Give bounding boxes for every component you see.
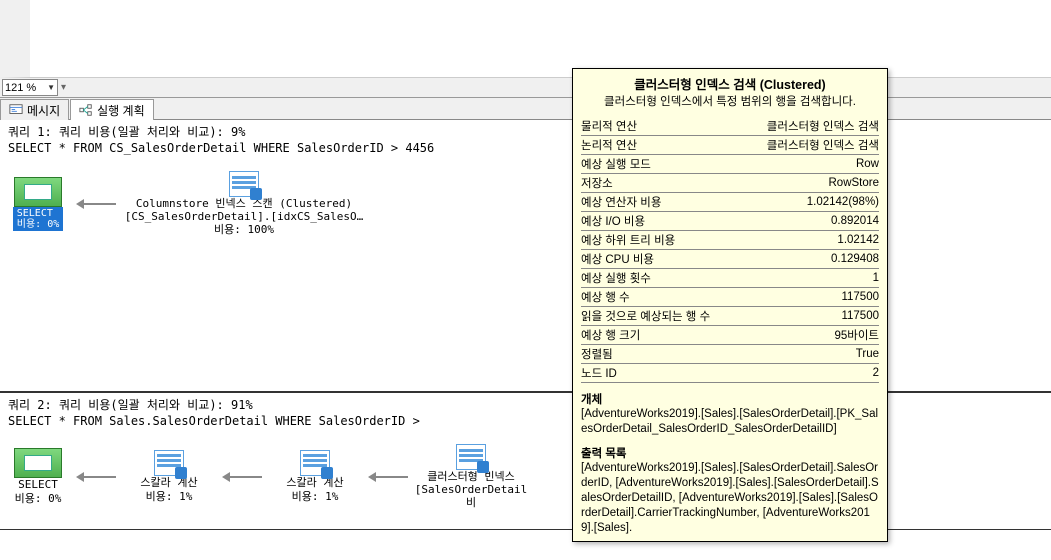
zoom-combo[interactable]: 121 % ▼ (2, 79, 58, 96)
table-seek-icon (456, 444, 486, 470)
clustered-seek-operator[interactable]: 클러스터형 빈넥스 [SalesOrderDetail 비 (416, 444, 526, 510)
prop-key: 예상 실행 모드 (581, 155, 740, 174)
tooltip-object-body: [AdventureWorks2019].[Sales].[SalesOrder… (581, 407, 879, 437)
seek-l1: 클러스터형 빈넥스 (427, 470, 515, 483)
select-cost-2: 비용: 0% (15, 492, 62, 505)
plan-icon (79, 103, 93, 117)
arrow-icon (76, 198, 116, 210)
scalar-compute-1[interactable]: 스칼라 계산 비용: 1% (124, 450, 214, 502)
arrow-icon (76, 471, 116, 483)
tooltip-row: 예상 연산자 비용1.02142(98%) (581, 193, 879, 212)
tooltip-row: 예상 행 수117500 (581, 288, 879, 307)
prop-value: 1.02142 (740, 231, 879, 250)
scalar1-l2: 비용: 1% (146, 490, 193, 503)
select-operator-2[interactable]: SELECT 비용: 0% (8, 448, 68, 504)
tooltip-row: 저장소RowStore (581, 174, 879, 193)
prop-key: 노드 ID (581, 364, 740, 383)
select-label-2: SELECT (18, 478, 58, 491)
prop-key: 예상 하위 트리 비용 (581, 231, 740, 250)
prop-value: 0.892014 (740, 212, 879, 231)
prop-key: 예상 연산자 비용 (581, 193, 740, 212)
tooltip-row: 논리적 연산클러스터형 인덱스 검색 (581, 136, 879, 155)
select-label: SELECT (17, 208, 59, 219)
tooltip-object-header: 개체 (581, 391, 879, 407)
prop-value: RowStore (740, 174, 879, 193)
tooltip-row: 읽을 것으로 예상되는 행 수117500 (581, 307, 879, 326)
prop-key: 논리적 연산 (581, 136, 740, 155)
prop-key: 정렬됨 (581, 345, 740, 364)
prop-key: 예상 I/O 비용 (581, 212, 740, 231)
tooltip-row: 예상 실행 횟수1 (581, 269, 879, 288)
prop-key: 예상 실행 횟수 (581, 269, 740, 288)
prop-value: 0.129408 (740, 250, 879, 269)
prop-value: 2 (740, 364, 879, 383)
execution-plan-area: 쿼리 1: 쿼리 비용(일괄 처리와 비교): 9% SELECT * FROM… (0, 120, 1051, 530)
scalar-compute-2[interactable]: 스칼라 계산 비용: 1% (270, 450, 360, 502)
tooltip-row: 예상 CPU 비용0.129408 (581, 250, 879, 269)
tooltip-subtitle: 클러스터형 인덱스에서 특정 범위의 행을 검색합니다. (581, 93, 879, 109)
tooltip-row: 예상 I/O 비용0.892014 (581, 212, 879, 231)
tooltip-row: 예상 하위 트리 비용1.02142 (581, 231, 879, 250)
arrow-icon (222, 471, 262, 483)
op-label-3: 비용: 100% (214, 223, 274, 236)
zoom-bar: 121 % ▼ ▾ (0, 78, 1051, 98)
tooltip-row: 노드 ID2 (581, 364, 879, 383)
prop-key: 예상 행 크기 (581, 326, 740, 345)
tooltip-row: 정렬됨True (581, 345, 879, 364)
messages-icon (9, 103, 23, 117)
tooltip-output-header: 출력 목록 (581, 445, 879, 461)
prop-value: 95바이트 (740, 326, 879, 345)
op-label-2: [CS_SalesOrderDetail].[idxCS_SalesO… (125, 210, 363, 223)
prop-key: 예상 CPU 비용 (581, 250, 740, 269)
tab-execution-plan[interactable]: 실행 계획 (70, 99, 154, 120)
prop-key: 읽을 것으로 예상되는 행 수 (581, 307, 740, 326)
seek-l2: [SalesOrderDetail (415, 483, 528, 496)
prop-value: True (740, 345, 879, 364)
arrow-icon (368, 471, 408, 483)
chevron-down-icon: ▼ (47, 83, 55, 92)
prop-key: 물리적 연산 (581, 117, 740, 136)
prop-value: 117500 (740, 288, 879, 307)
op-label-1: Columnstore 빈넥스 스캔 (Clustered) (136, 197, 352, 210)
tab-messages[interactable]: 메시지 (0, 99, 69, 120)
query-2-block: 쿼리 2: 쿼리 비용(일괄 처리와 비교): 91% SELECT * FRO… (0, 392, 1051, 530)
scalar2-l1: 스칼라 계산 (286, 476, 343, 489)
prop-value: Row (740, 155, 879, 174)
green-table-icon (24, 184, 52, 200)
prop-key: 예상 행 수 (581, 288, 740, 307)
green-table-icon (24, 455, 52, 471)
scalar2-l2: 비용: 1% (292, 490, 339, 503)
prop-value: 클러스터형 인덱스 검색 (740, 117, 879, 136)
seek-l3: 비 (466, 496, 476, 509)
tooltip-row: 물리적 연산클러스터형 인덱스 검색 (581, 117, 879, 136)
columnstore-scan-operator[interactable]: Columnstore 빈넥스 스캔 (Clustered) [CS_Sales… (124, 171, 364, 237)
tooltip-row: 예상 실행 모드Row (581, 155, 879, 174)
operator-tooltip: 클러스터형 인덱스 검색 (Clustered) 클러스터형 인덱스에서 특정 … (572, 68, 888, 542)
tooltip-title: 클러스터형 인덱스 검색 (Clustered) (581, 74, 879, 93)
prop-value: 1 (740, 269, 879, 288)
prop-value: 1.02142(98%) (740, 193, 879, 212)
chevron-icon[interactable]: ▾ (58, 82, 69, 93)
query-1-block: 쿼리 1: 쿼리 비용(일괄 처리와 비교): 9% SELECT * FROM… (0, 120, 1051, 392)
scalar-icon (300, 450, 330, 476)
columnstore-icon (229, 171, 259, 197)
scalar-icon (154, 450, 184, 476)
scalar1-l1: 스칼라 계산 (140, 476, 197, 489)
tooltip-properties: 물리적 연산클러스터형 인덱스 검색논리적 연산클러스터형 인덱스 검색예상 실… (581, 117, 879, 383)
tab-messages-label: 메시지 (27, 102, 60, 119)
prop-key: 저장소 (581, 174, 740, 193)
prop-value: 클러스터형 인덱스 검색 (740, 136, 879, 155)
tab-plan-label: 실행 계획 (97, 102, 145, 119)
editor-gutter (0, 0, 1051, 78)
select-cost: 비용: 0% (17, 219, 59, 230)
prop-value: 117500 (740, 307, 879, 326)
zoom-value: 121 % (5, 82, 36, 94)
select-operator[interactable]: SELECT 비용: 0% (8, 177, 68, 231)
tooltip-output-body: [AdventureWorks2019].[Sales].[SalesOrder… (581, 461, 879, 536)
results-tabs: 메시지 실행 계획 (0, 98, 1051, 120)
tooltip-row: 예상 행 크기95바이트 (581, 326, 879, 345)
